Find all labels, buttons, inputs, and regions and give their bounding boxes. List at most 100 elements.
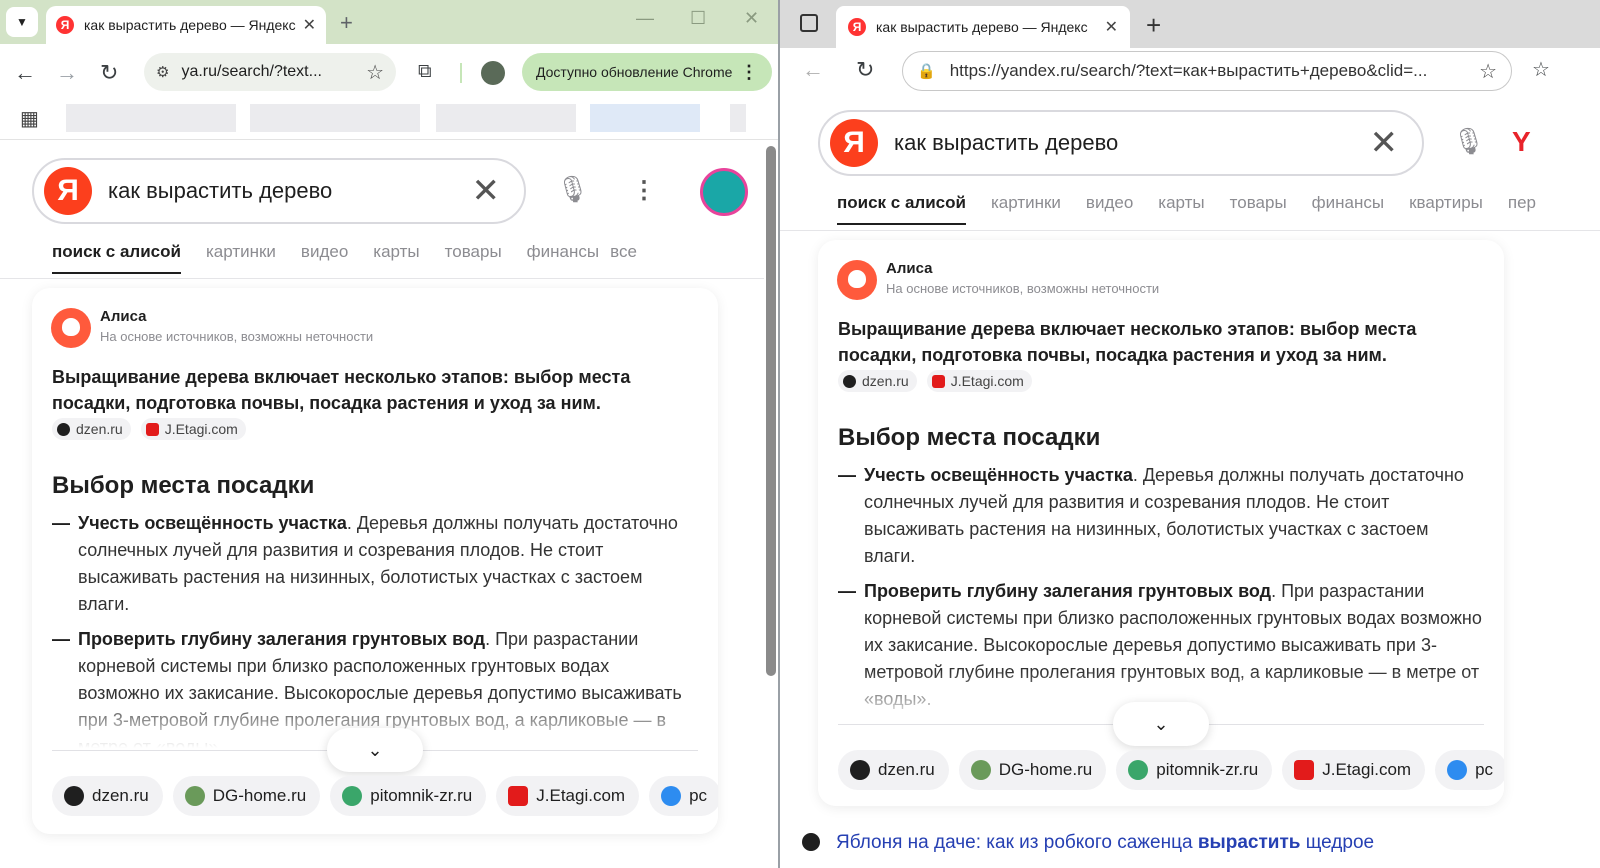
list-dash: — [52,513,70,533]
source-chip[interactable]: pc [1435,750,1504,790]
tab-products[interactable]: товары [445,242,502,274]
more-menu-icon[interactable]: ⋮ [740,62,758,83]
microphone-icon[interactable]: 🎙 [1452,126,1485,157]
answer-list-item: — Учесть освещённость участка. Деревья д… [838,462,1482,570]
tab-actions-icon[interactable] [800,14,818,32]
yandex-browser-icon[interactable]: Y [1512,126,1531,158]
source-chip[interactable]: pitomnik-zr.ru [1116,750,1273,790]
bookmark-item[interactable] [730,104,746,132]
source-chip[interactable]: J.Etagi.com [496,776,640,816]
answer-author: Алиса [100,308,147,325]
source-chip[interactable]: DG-home.ru [172,776,321,816]
source-chip[interactable]: J.Etagi.com [926,370,1032,392]
dg-home-icon [970,760,991,780]
dzen-icon [802,833,820,851]
search-box[interactable]: Я как вырастить дерево ✕ [818,110,1424,176]
tab-apartments[interactable]: квартиры [1409,193,1483,225]
tab-search-button[interactable]: ▼ [6,7,38,37]
more-options-icon[interactable]: ⋮ [632,176,656,205]
tab-video[interactable]: видео [301,242,348,274]
answer-list-item: — Учесть освещённость участка. Деревья д… [52,510,692,618]
chrome-window: ▼ Я как вырастить дерево — Яндекс ✕ + — … [0,0,778,868]
browser-tab[interactable]: Я как вырастить дерево — Яндекс ✕ [836,6,1130,48]
bookmark-star-icon[interactable]: ☆ [366,60,384,85]
source-chip[interactable]: dzen.ru [838,370,917,392]
yandex-favicon-icon: Я [56,16,74,34]
tab-title: как вырастить дерево — Яндекс [84,17,296,33]
source-chip[interactable]: pitomnik-zr.ru [330,776,487,816]
favorites-icon[interactable]: ☆ [1532,57,1550,82]
source-label: J.Etagi.com [164,421,238,437]
search-tabs: поиск с алисой картинки видео карты това… [837,193,1536,225]
tab-images[interactable]: картинки [991,193,1061,225]
source-chip[interactable]: DG-home.ru [958,750,1107,790]
close-tab-icon[interactable]: ✕ [303,15,316,35]
source-chip[interactable]: dzen.ru [52,418,131,440]
chrome-tab-strip: ▼ Я как вырастить дерево — Яндекс ✕ + — … [0,0,778,44]
list-dash: — [52,629,70,649]
reload-icon[interactable]: ↻ [856,57,874,83]
edge-window: Я как вырастить дерево — Яндекс ✕ + ← ↻ … [780,0,1600,868]
bookmark-item[interactable] [590,104,700,132]
tab-video[interactable]: видео [1086,193,1133,225]
source-chip[interactable]: J.Etagi.com [140,418,246,440]
search-input[interactable]: как вырастить дерево [108,178,472,204]
address-bar[interactable]: 🔒 https://yandex.ru/search/?text=как+выр… [902,51,1512,91]
minimize-icon[interactable]: — [636,8,654,29]
expand-answer-button[interactable]: ⌄ [327,728,423,772]
answer-disclaimer: На основе источников, возможны неточност… [886,281,1160,296]
search-box[interactable]: Я как вырастить дерево ✕ [32,158,526,224]
bookmark-item[interactable] [436,104,576,132]
tab-finance[interactable]: финансы [1312,193,1384,225]
chrome-update-button[interactable]: Доступно обновление Chrome ⋮ [522,53,772,91]
source-chip[interactable]: dzen.ru [838,750,949,790]
yandex-page-right: Я как вырастить дерево ✕ 🎙 Y поиск с али… [780,94,1600,868]
tab-maps[interactable]: карты [1158,193,1204,225]
profile-avatar[interactable] [481,61,505,85]
back-icon[interactable]: ← [14,60,36,86]
new-tab-icon[interactable]: + [340,10,353,36]
tabs-divider [780,230,1600,231]
tab-maps[interactable]: карты [373,242,419,274]
scrollbar-thumb[interactable] [766,146,776,676]
answer-lead: Выращивание дерева включает несколько эт… [838,319,1417,365]
tab-alice-search[interactable]: поиск с алисой [52,242,181,274]
bookmark-item[interactable] [250,104,420,132]
apps-grid-icon[interactable]: ▦ [20,106,39,131]
site-settings-icon[interactable]: ⚙ [156,63,169,81]
search-input[interactable]: как вырастить дерево [894,130,1370,156]
tab-alice-search[interactable]: поиск с алисой [837,193,966,225]
reload-icon[interactable]: ↻ [100,60,118,86]
close-window-icon[interactable]: ✕ [744,8,759,29]
new-tab-icon[interactable]: + [1146,10,1161,41]
user-avatar[interactable] [700,168,748,216]
tab-images[interactable]: картинки [206,242,276,274]
back-icon[interactable]: ← [802,57,824,83]
search-result-link[interactable]: Яблоня на даче: как из робкого саженца в… [802,832,1374,854]
microphone-icon[interactable]: 🎙 [556,174,589,205]
clear-search-icon[interactable]: ✕ [472,171,501,211]
yandex-logo[interactable]: Я [830,119,878,167]
forward-icon[interactable]: → [56,60,78,86]
tab-all[interactable]: все [610,242,637,274]
answer-sources: dzen.ru DG-home.ru pitomnik-zr.ru J.Etag… [52,776,718,816]
maximize-icon[interactable]: ☐ [690,8,706,29]
list-dash: — [838,581,856,601]
tab-more[interactable]: пер [1508,193,1536,225]
close-tab-icon[interactable]: ✕ [1105,17,1118,37]
expand-answer-button[interactable]: ⌄ [1113,702,1209,746]
browser-tab[interactable]: Я как вырастить дерево — Яндекс ✕ [46,6,326,44]
source-chip[interactable]: J.Etagi.com [1282,750,1426,790]
yandex-favicon-icon: Я [848,18,866,36]
favorite-star-icon[interactable]: ☆ [1479,59,1497,84]
tab-finance[interactable]: финансы [527,242,599,274]
bookmark-item[interactable] [66,104,236,132]
clear-search-icon[interactable]: ✕ [1370,123,1399,163]
source-chip[interactable]: pc [649,776,718,816]
chrome-toolbar: ← → ↻ ⚙ ya.ru/search/?text... ☆ ⧉ Доступ… [0,44,778,100]
yandex-logo[interactable]: Я [44,167,92,215]
tab-products[interactable]: товары [1230,193,1287,225]
source-chip[interactable]: dzen.ru [52,776,163,816]
address-bar[interactable]: ⚙ ya.ru/search/?text... ☆ [144,53,396,91]
extensions-icon[interactable]: ⧉ [418,61,432,83]
